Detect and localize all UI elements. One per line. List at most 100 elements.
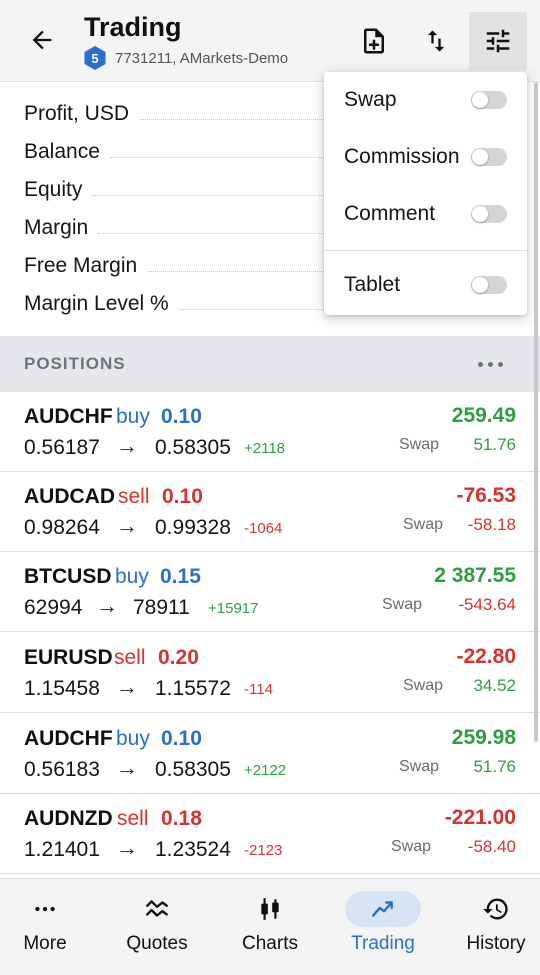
swap-toggle[interactable] <box>471 91 507 109</box>
position-symbol: AUDCHF <box>24 727 113 750</box>
position-current-price: 0.58305 <box>155 436 231 459</box>
swap-label: Swap <box>398 436 439 453</box>
nav-label: Charts <box>242 933 298 954</box>
position-profit: 259.49 <box>451 404 516 427</box>
position-volume: 0.18 <box>161 807 202 830</box>
summary-label: Equity <box>24 178 83 201</box>
summary-label: Balance <box>24 140 100 163</box>
commission-toggle[interactable] <box>471 148 507 166</box>
position-current-price: 1.23524 <box>155 838 231 861</box>
swap-value: 51.76 <box>473 435 516 454</box>
comment-toggle[interactable] <box>471 205 507 223</box>
scrollbar[interactable] <box>534 82 538 742</box>
position-symbol: AUDCHF <box>24 405 113 428</box>
position-profit: -221.00 <box>444 806 516 829</box>
swap-value: -58.18 <box>467 515 516 534</box>
position-profit: 2 387.55 <box>434 564 516 587</box>
swap-label: Swap <box>390 838 431 855</box>
nav-item-more[interactable]: More <box>0 879 99 975</box>
position-open-price: 62994 <box>24 596 83 619</box>
position-side: buy <box>116 727 150 750</box>
summary-label: Free Margin <box>24 254 138 277</box>
menu-divider <box>324 250 527 251</box>
position-side: sell <box>114 646 146 669</box>
position-symbol: EURUSD <box>24 646 113 669</box>
more-dots-icon <box>35 906 55 912</box>
nav-item-charts[interactable]: Charts <box>216 879 324 975</box>
price-arrow: → <box>116 755 138 780</box>
menu-item-label: Commission <box>344 145 460 168</box>
nav-item-trading[interactable]: Trading <box>329 879 437 975</box>
position-profit: 259.98 <box>451 726 516 749</box>
nav-label: Trading <box>351 933 415 954</box>
position-row[interactable]: EURUSD sell 0.20 -22.80 1.15458 → 1.1557… <box>0 633 540 713</box>
price-arrow: → <box>116 835 138 860</box>
swap-value: -58.40 <box>467 837 516 856</box>
position-row[interactable]: AUDNZD sell 0.18 -221.00 1.21401 → 1.235… <box>0 794 540 874</box>
position-side: buy <box>115 565 149 588</box>
positions-title: POSITIONS <box>24 354 126 373</box>
tablet-toggle[interactable] <box>471 276 507 294</box>
position-open-price: 0.56187 <box>24 436 100 459</box>
new-order-button[interactable] <box>345 12 403 70</box>
menu-item-tablet[interactable]: Tablet <box>324 257 527 313</box>
quotes-icon <box>146 900 168 917</box>
position-points: +15917 <box>208 600 259 617</box>
position-volume: 0.15 <box>160 565 201 588</box>
position-current-price: 0.99328 <box>155 516 231 539</box>
display-settings-button[interactable] <box>469 12 527 70</box>
position-open-price: 1.21401 <box>24 838 100 861</box>
position-volume: 0.10 <box>161 405 202 428</box>
settings-sliders-icon <box>486 29 510 53</box>
price-arrow: → <box>116 433 138 458</box>
nav-item-history[interactable]: History <box>442 879 540 975</box>
position-row[interactable]: AUDCAD sell 0.10 -76.53 0.98264 → 0.9932… <box>0 472 540 552</box>
positions-header: POSITIONS <box>0 336 540 392</box>
position-profit: -76.53 <box>456 484 516 507</box>
position-points: -2123 <box>244 842 283 859</box>
menu-item-swap[interactable]: Swap <box>324 72 527 128</box>
nav-label: More <box>23 933 67 954</box>
position-symbol: BTCUSD <box>24 565 112 588</box>
swap-label: Swap <box>381 596 422 613</box>
menu-item-commission[interactable]: Commission <box>324 129 527 185</box>
back-button[interactable] <box>20 20 64 60</box>
display-settings-menu: Swap Commission Comment Tablet <box>324 72 527 315</box>
position-row[interactable]: BTCUSD buy 0.15 2 387.55 62994 → 78911 +… <box>0 552 540 632</box>
sort-button[interactable] <box>407 12 465 70</box>
account-badge: 5 <box>84 46 106 70</box>
price-arrow: → <box>96 593 118 618</box>
price-arrow: → <box>116 513 138 538</box>
nav-item-quotes[interactable]: Quotes <box>103 879 211 975</box>
app-header: Trading 5 7731211, AMarkets-Demo <box>0 0 540 82</box>
position-open-price: 0.98264 <box>24 516 100 539</box>
position-side: buy <box>116 405 150 428</box>
position-points: -114 <box>244 681 273 698</box>
history-icon <box>483 898 508 920</box>
position-current-price: 78911 <box>133 596 190 619</box>
position-volume: 0.10 <box>161 727 202 750</box>
sort-icon <box>427 30 445 52</box>
bottom-nav: More Quotes Charts Trading History <box>0 878 540 975</box>
positions-more-button[interactable] <box>470 350 510 378</box>
position-side: sell <box>117 807 149 830</box>
position-volume: 0.20 <box>158 646 199 669</box>
position-row[interactable]: AUDCHF buy 0.10 259.98 0.56183 → 0.58305… <box>0 714 540 794</box>
menu-item-comment[interactable]: Comment <box>324 186 527 242</box>
summary-label: Margin Level % <box>24 292 169 315</box>
nav-label: Quotes <box>126 933 188 954</box>
page-title: Trading <box>84 12 182 42</box>
position-profit: -22.80 <box>456 645 516 668</box>
swap-value: 34.52 <box>473 676 516 695</box>
position-symbol: AUDCAD <box>24 485 115 508</box>
swap-label: Swap <box>398 758 439 775</box>
swap-label: Swap <box>402 677 443 694</box>
nav-active-indicator <box>345 891 421 927</box>
account-text: 7731211, AMarkets-Demo <box>115 49 289 67</box>
position-current-price: 1.15572 <box>155 677 231 700</box>
position-volume: 0.10 <box>162 485 203 508</box>
position-symbol: AUDNZD <box>24 807 113 830</box>
summary-label: Margin <box>24 216 89 239</box>
price-arrow: → <box>116 674 138 699</box>
position-row[interactable]: AUDCHF buy 0.10 259.49 0.56187 → 0.58305… <box>0 392 540 472</box>
